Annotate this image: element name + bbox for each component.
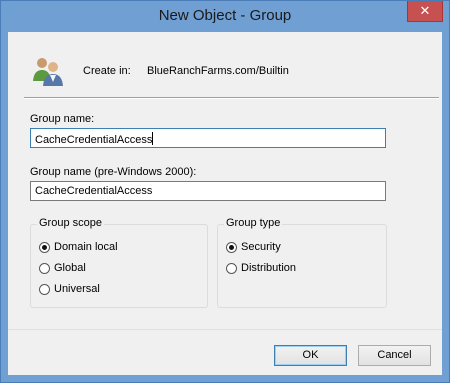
ok-button[interactable]: OK: [274, 345, 347, 366]
close-button[interactable]: ✕: [407, 1, 443, 22]
dialog-body: Create in: BlueRanchFarms.com/Builtin Gr…: [8, 32, 442, 375]
dialog-window: New Object - Group ✕ Create in: BlueRanc…: [0, 0, 450, 383]
close-icon: ✕: [419, 3, 431, 18]
group-name-pre2000-input[interactable]: CacheCredentialAccess: [30, 181, 386, 201]
group-name-label: Group name:: [30, 113, 95, 125]
group-scope-title: Group scope: [37, 217, 104, 229]
create-in-label: Create in:: [83, 65, 131, 77]
group-name-input[interactable]: CacheCredentialAccess: [30, 128, 386, 148]
scope-universal-label: Universal: [54, 283, 100, 295]
group-scope-box: Group scope Domain local Global Universa…: [30, 217, 208, 308]
radio-selected-icon: [39, 241, 50, 253]
type-distribution-radio[interactable]: Distribution: [226, 262, 296, 274]
type-security-radio[interactable]: Security: [226, 241, 281, 253]
users-icon: [31, 55, 65, 87]
title-bar[interactable]: New Object - Group ✕: [1, 1, 449, 32]
footer-divider: [8, 329, 442, 330]
type-security-label: Security: [241, 241, 281, 253]
scope-domain-local-label: Domain local: [54, 241, 118, 253]
scope-domain-local-radio[interactable]: Domain local: [39, 241, 118, 253]
group-type-title: Group type: [224, 217, 283, 229]
scope-universal-radio[interactable]: Universal: [39, 283, 100, 295]
create-in-path: BlueRanchFarms.com/Builtin: [147, 65, 289, 77]
cancel-button[interactable]: Cancel: [358, 345, 431, 366]
radio-unselected-icon: [39, 283, 50, 295]
header-divider: [24, 97, 439, 99]
scope-global-label: Global: [54, 262, 86, 274]
radio-unselected-icon: [39, 262, 50, 274]
group-name-pre2000-value: CacheCredentialAccess: [35, 185, 153, 197]
type-distribution-label: Distribution: [241, 262, 297, 274]
group-name-value: CacheCredentialAccess: [35, 134, 153, 146]
radio-selected-icon: [226, 241, 237, 253]
radio-unselected-icon: [226, 262, 237, 274]
group-type-box: Group type Security Distribution: [217, 217, 387, 308]
scope-global-radio[interactable]: Global: [39, 262, 86, 274]
window-title: New Object - Group: [158, 7, 292, 24]
group-name-pre2000-label: Group name (pre-Windows 2000):: [30, 166, 197, 178]
text-caret: [152, 132, 154, 145]
